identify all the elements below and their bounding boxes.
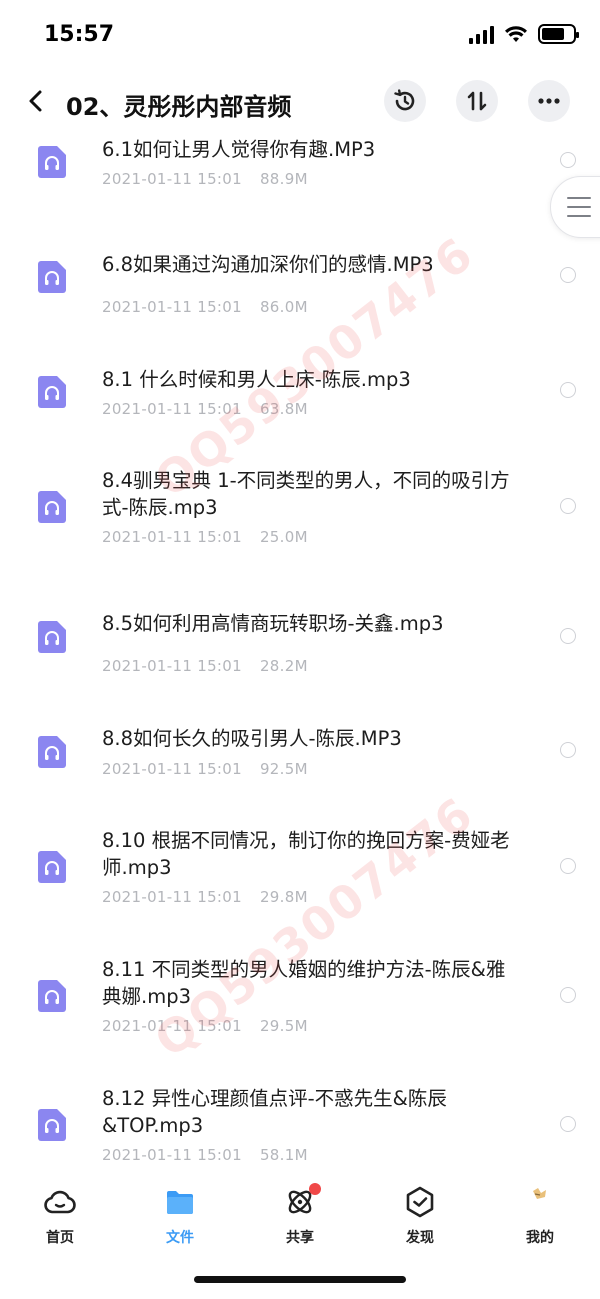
file-meta: 2021-01-11 15:01 86.0M: [102, 298, 308, 316]
select-radio[interactable]: [560, 382, 576, 398]
sort-icon: [467, 91, 487, 111]
file-size: 29.5M: [259, 1017, 308, 1035]
avatar-icon: [523, 1185, 557, 1219]
file-size: 25.0M: [259, 528, 308, 546]
file-meta: 2021-01-11 15:01 92.5M: [102, 760, 308, 778]
file-meta: 2021-01-11 15:01 29.5M: [102, 1017, 308, 1035]
select-radio[interactable]: [560, 1116, 576, 1132]
more-button[interactable]: [528, 80, 570, 122]
menu-icon: [567, 197, 591, 217]
header-bar: 02、灵彤彤内部音频: [0, 75, 600, 130]
page-title: 02、灵彤彤内部音频: [66, 93, 292, 121]
tab-share[interactable]: 共享: [260, 1183, 340, 1247]
file-meta: 2021-01-11 15:01 63.8M: [102, 400, 308, 418]
select-radio[interactable]: [560, 498, 576, 514]
folder-icon: [163, 1185, 197, 1219]
file-name: 8.8如何长久的吸引男人-陈辰.MP3: [102, 727, 402, 750]
audio-file-icon: [38, 851, 66, 883]
file-meta: 2021-01-11 15:01 58.1M: [102, 1146, 308, 1164]
wifi-icon: [505, 26, 527, 42]
file-list[interactable]: 6.1如何让男人觉得你有趣.MP3 2021-01-11 15:01 88.9M …: [0, 130, 600, 1165]
file-date: 2021-01-11 15:01: [102, 888, 242, 906]
chevron-left-icon: [29, 90, 42, 112]
file-date: 2021-01-11 15:01: [102, 1146, 242, 1164]
notification-badge: [309, 1183, 321, 1195]
file-size: 63.8M: [259, 400, 308, 418]
tab-label: 文件: [166, 1230, 194, 1246]
tab-mine[interactable]: 我的: [500, 1185, 580, 1247]
tab-home[interactable]: 首页: [20, 1185, 100, 1247]
file-date: 2021-01-11 15:01: [102, 528, 242, 546]
audio-file-icon: [38, 376, 66, 408]
file-name: 8.10 根据不同情况，制订你的挽回方案-费娅老师.mp3: [102, 829, 510, 879]
file-meta: 2021-01-11 15:01 25.0M: [102, 528, 308, 546]
tab-label: 共享: [286, 1230, 314, 1246]
file-meta: 2021-01-11 15:01 28.2M: [102, 657, 308, 675]
status-time: 15:57: [44, 22, 115, 47]
status-bar: 15:57: [0, 0, 600, 70]
tab-discover[interactable]: 发现: [380, 1185, 460, 1247]
select-radio[interactable]: [560, 267, 576, 283]
tab-label: 发现: [406, 1230, 434, 1246]
tab-label: 首页: [46, 1230, 74, 1246]
audio-file-icon: [38, 980, 66, 1012]
more-icon: [538, 98, 560, 104]
file-name: 8.1 什么时候和男人上床-陈辰.mp3: [102, 368, 411, 391]
tab-files[interactable]: 文件: [140, 1185, 220, 1247]
file-size: 29.8M: [259, 888, 308, 906]
select-radio[interactable]: [560, 742, 576, 758]
status-icons: [469, 24, 579, 44]
file-name: 8.12 异性心理颜值点评-不惑先生&陈辰&TOP.mp3: [102, 1087, 447, 1137]
file-date: 2021-01-11 15:01: [102, 1017, 242, 1035]
file-size: 92.5M: [259, 760, 308, 778]
file-date: 2021-01-11 15:01: [102, 657, 242, 675]
home-indicator: [194, 1276, 406, 1283]
compass-icon: [403, 1185, 437, 1219]
audio-file-icon: [38, 1109, 66, 1141]
audio-file-icon: [38, 146, 66, 178]
file-name: 6.8如果通过沟通加深你们的感情.MP3: [102, 253, 434, 276]
audio-file-icon: [38, 736, 66, 768]
file-size: 28.2M: [259, 657, 308, 675]
atom-icon: [283, 1183, 321, 1219]
select-radio[interactable]: [560, 152, 576, 168]
file-name: 8.5如何利用高情商玩转职场-关鑫.mp3: [102, 612, 444, 635]
audio-file-icon: [38, 261, 66, 293]
file-date: 2021-01-11 15:01: [102, 400, 242, 418]
select-radio[interactable]: [560, 858, 576, 874]
sort-button[interactable]: [456, 80, 498, 122]
select-radio[interactable]: [560, 628, 576, 644]
tab-label: 我的: [526, 1230, 554, 1246]
file-size: 86.0M: [259, 298, 308, 316]
select-radio[interactable]: [560, 987, 576, 1003]
file-meta: 2021-01-11 15:01 88.9M: [102, 170, 308, 188]
file-date: 2021-01-11 15:01: [102, 760, 242, 778]
file-meta: 2021-01-11 15:01 29.8M: [102, 888, 308, 906]
cloud-icon: [43, 1185, 77, 1219]
file-date: 2021-01-11 15:01: [102, 170, 242, 188]
audio-file-icon: [38, 491, 66, 523]
back-button[interactable]: [18, 83, 54, 119]
file-date: 2021-01-11 15:01: [102, 298, 242, 316]
file-name: 6.1如何让男人觉得你有趣.MP3: [102, 138, 376, 161]
file-name: 8.4驯男宝典 1-不同类型的男人，不同的吸引方式-陈辰.mp3: [102, 469, 510, 519]
history-icon: [394, 89, 415, 111]
signal-icon: [469, 24, 494, 44]
file-size: 88.9M: [259, 170, 308, 188]
history-button[interactable]: [384, 80, 426, 122]
file-name: 8.11 不同类型的男人婚姻的维护方法-陈辰&雅典娜.mp3: [102, 958, 506, 1008]
audio-file-icon: [38, 621, 66, 653]
file-size: 58.1M: [259, 1146, 308, 1164]
battery-icon: [538, 24, 579, 44]
